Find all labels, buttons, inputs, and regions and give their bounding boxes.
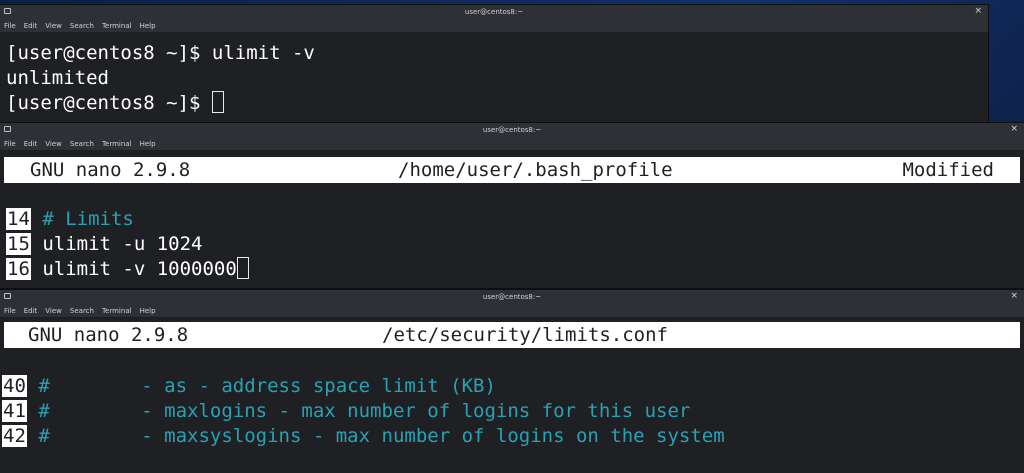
line-text: ulimit -u 1024 xyxy=(30,233,203,255)
editor-line: 16 ulimit -v 1000000 xyxy=(6,257,249,282)
window-title: user@centos8:~ xyxy=(482,126,542,134)
close-icon[interactable]: × xyxy=(1010,291,1018,301)
titlebar[interactable]: user@centos8:~ × xyxy=(0,290,1024,304)
menu-view[interactable]: View xyxy=(45,22,62,30)
editor-line: 14 # Limits xyxy=(6,207,134,232)
editor-line: 15 ulimit -u 1024 xyxy=(6,232,202,257)
close-icon[interactable]: × xyxy=(1010,124,1018,134)
terminal-window-3[interactable]: user@centos8:~ × File Edit View Search T… xyxy=(0,290,1024,473)
nano-version: GNU nano 2.9.8 xyxy=(30,158,191,181)
line-number: 16 xyxy=(6,258,31,280)
menu-view[interactable]: View xyxy=(45,307,62,315)
menu-edit[interactable]: Edit xyxy=(24,307,38,315)
terminal-line: [user@centos8 ~]$ ulimit -v xyxy=(6,42,315,64)
nano-status: Modified xyxy=(902,158,994,181)
menu-terminal[interactable]: Terminal xyxy=(102,140,132,148)
terminal-window-2[interactable]: user@centos8:~ × File Edit View Search T… xyxy=(0,123,1024,288)
menu-help[interactable]: Help xyxy=(140,307,156,315)
nano-filename: /etc/security/limits.conf xyxy=(382,323,668,346)
line-text: ulimit -v 1000000 xyxy=(30,258,237,280)
menu-search[interactable]: Search xyxy=(70,22,94,30)
terminal-content[interactable]: [user@centos8 ~]$ ulimit -v unlimited [u… xyxy=(0,33,988,125)
editor-line: 40 # - as - address space limit (KB) xyxy=(2,374,496,399)
menu-file[interactable]: File xyxy=(4,307,16,315)
titlebar[interactable]: user@centos8:~ × xyxy=(0,5,988,19)
line-number: 41 xyxy=(2,400,27,422)
editor-line: 41 # - maxlogins - max number of logins … xyxy=(2,399,690,424)
menu-view[interactable]: View xyxy=(45,140,62,148)
menubar: File Edit View Search Terminal Help xyxy=(0,137,1024,151)
text-cursor xyxy=(236,257,249,279)
nano-header-bar: GNU nano 2.9.8 /etc/security/limits.conf xyxy=(4,322,1020,348)
menu-terminal[interactable]: Terminal xyxy=(102,22,132,30)
terminal-window-icon xyxy=(4,8,11,14)
titlebar[interactable]: user@centos8:~ × xyxy=(0,123,1024,137)
line-number: 42 xyxy=(2,425,27,447)
menubar: File Edit View Search Terminal Help xyxy=(0,19,988,33)
menubar: File Edit View Search Terminal Help xyxy=(0,304,1024,318)
menu-search[interactable]: Search xyxy=(70,307,94,315)
terminal-window-icon xyxy=(4,126,11,132)
line-text: # - maxsyslogins - max number of logins … xyxy=(26,425,725,447)
nano-version: GNU nano 2.9.8 xyxy=(28,323,189,346)
line-number: 40 xyxy=(2,375,27,397)
terminal-prompt-line: [user@centos8 ~]$ xyxy=(6,91,224,116)
menu-help[interactable]: Help xyxy=(140,140,156,148)
prompt-text: [user@centos8 ~]$ xyxy=(6,92,212,114)
editor-line: 42 # - maxsyslogins - max number of logi… xyxy=(2,424,725,449)
line-text: # - as - address space limit (KB) xyxy=(26,375,496,397)
menu-help[interactable]: Help xyxy=(140,22,156,30)
terminal-line: unlimited xyxy=(6,67,109,89)
nano-header-bar: GNU nano 2.9.8 /home/user/.bash_profile … xyxy=(4,157,1020,183)
window-title: user@centos8:~ xyxy=(464,8,524,16)
close-icon[interactable]: × xyxy=(974,6,982,16)
nano-editor[interactable]: GNU nano 2.9.8 /etc/security/limits.conf… xyxy=(0,318,1024,473)
line-number: 15 xyxy=(6,233,31,255)
menu-file[interactable]: File xyxy=(4,140,16,148)
menu-file[interactable]: File xyxy=(4,22,16,30)
line-number: 14 xyxy=(6,208,31,230)
text-cursor xyxy=(211,91,224,113)
menu-edit[interactable]: Edit xyxy=(24,22,38,30)
line-text: # Limits xyxy=(30,208,134,230)
nano-filename: /home/user/.bash_profile xyxy=(398,158,673,181)
nano-editor[interactable]: GNU nano 2.9.8 /home/user/.bash_profile … xyxy=(0,151,1024,288)
line-text: # - maxlogins - max number of logins for… xyxy=(26,400,691,422)
menu-search[interactable]: Search xyxy=(70,140,94,148)
window-title: user@centos8:~ xyxy=(482,293,542,301)
menu-terminal[interactable]: Terminal xyxy=(102,307,132,315)
terminal-window-1[interactable]: user@centos8:~ × File Edit View Search T… xyxy=(0,5,988,125)
terminal-window-icon xyxy=(4,293,11,299)
menu-edit[interactable]: Edit xyxy=(24,140,38,148)
